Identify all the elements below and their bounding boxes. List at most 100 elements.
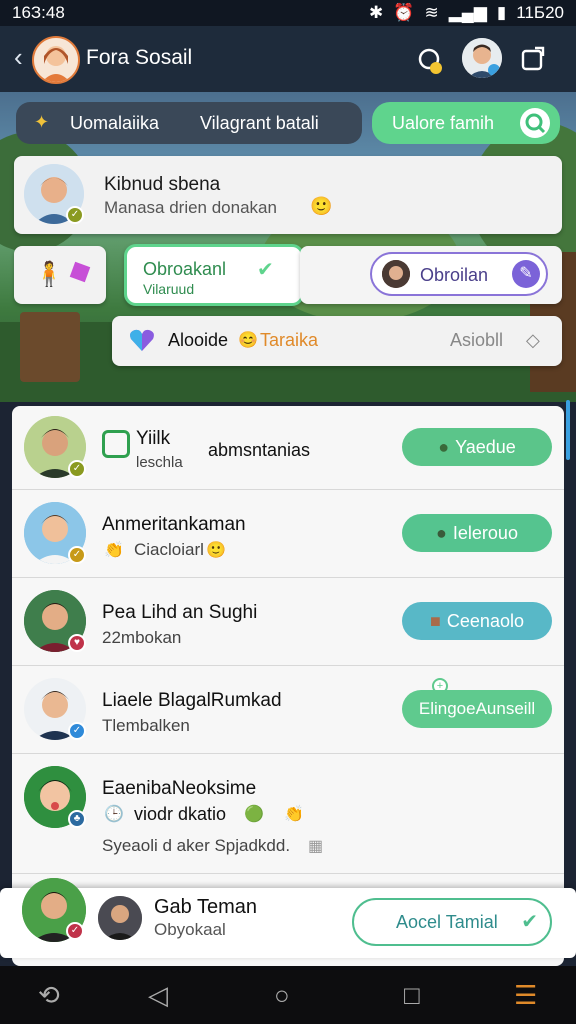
back-triangle-icon[interactable]: ◁ [148,982,168,1008]
clap-emoji-icon: 👏 [284,806,304,823]
filter-chip-group: ✦ Uomalaiika Vilagrant batali [16,102,362,144]
purple-action-card: Obroilan ✎ [300,246,562,304]
list-item-sub: Tlembalken [102,716,190,735]
list-item-desc: abmsntanias [208,440,311,460]
search-chip[interactable]: Ualore famih [372,102,560,144]
verified-badge: ✓ [66,206,84,224]
list-action-label: Ielerouo [452,522,518,543]
footer-action-label: Aocel Tamial [396,912,498,932]
gesture-icon[interactable]: ⟲ [38,982,60,1008]
list-action-label: Ceenaolo [446,610,524,631]
search-icon [520,108,550,138]
crystal-sticker-icon [69,261,91,283]
filter-chip-1[interactable]: Uomalaiika [70,113,159,134]
edit-icon: ✎ [512,260,540,288]
settings-icon[interactable] [520,46,546,72]
wooden-sign [20,312,80,382]
star-icon: ✦ [34,112,50,132]
bluetooth-icon: ✱ [369,3,384,22]
list-item-sub: 22mbokan [102,628,182,647]
purple-action-pill[interactable]: Obroilan ✎ [370,252,548,296]
status-time: 16З:48 [12,3,65,22]
tag-card[interactable]: Alooide 😊 Taraika Asiobll ◇ [112,316,562,366]
tag-card-right[interactable]: Asiobll [450,330,503,351]
gamepad-icon: ▦ [308,838,324,855]
clap-emoji-icon: 👏 [104,542,124,559]
diamond-icon: ◇ [526,330,540,350]
alarm-icon: ⏰ [393,3,415,22]
bear-icon: ● [438,436,450,457]
list-action-button[interactable]: ElingoeAunseill [402,690,552,728]
scrollbar[interactable] [566,400,570,460]
list-item-name: EaenibaNeoksime [102,778,257,799]
list-item[interactable]: ✓ Anmeritankaman 👏 Ciacloiarl 🙂 ● Ielero… [12,490,564,578]
page-title: Fora Sosail [86,46,193,69]
status-bar: 16З:48 ✱ ⏰ ≋ ▂▄▆ ▮ 11Б20 [0,0,576,26]
green-action-sub: Vilaruud [143,281,195,297]
list-item[interactable]: ✓ Yiilk leschla abmsntanias ● Yaedue [12,406,564,490]
list-action-label: ElingoeAunseill [418,699,536,718]
list-item-sub: leschla [136,454,183,471]
tag-card-label: Alooide [168,330,229,350]
footer-name: Gab Teman [154,896,258,918]
list-action-button[interactable]: ● Ielerouo [402,514,552,552]
green-action-label: Obroakanl [143,259,227,279]
list-item[interactable]: ✓ Liaele BlagalRumkad Tlembalken + Eling… [12,666,564,754]
notification-bell-icon[interactable] [416,46,446,76]
person-icon: ● [436,522,447,543]
bottom-contact-bar: ✓ Gab Teman Obyokaal Aocel Tamial ✔ [0,878,576,958]
list-item-sub: Ciacloiarl [134,540,204,559]
pill-avatar [382,260,410,288]
list-item-name: Anmeritankaman [102,514,246,535]
list-item-desc: Syeaoli d aker Spjadkdd. [102,836,291,855]
list-item[interactable]: ♣ EaenibaNeoksime 🕒 viodr dkatio 🟢 👏 Sye… [12,754,564,874]
app-header: ‹ Fora Sosail [0,26,576,92]
contact-name: Kibnud sbena [104,174,221,195]
list-item-name: Liaele BlagalRumkad [102,690,282,711]
list-item-sub: viodr dkatio [134,804,227,824]
list-action-button[interactable]: ● Yaedue [402,428,552,466]
signal-icon: ▂▄▆ [448,3,487,22]
status-clock-right: 11Б20 [516,3,564,22]
list-item-name: Pea Lihd an Sughi [102,602,258,623]
top-contact-card[interactable]: ✓ Kibnud sbena Manasa drien donakan 🙂 [14,156,562,234]
list-badge: ✓ [68,722,86,740]
menu-icon[interactable]: ☰ [514,982,537,1008]
smile-emoji-icon: 🙂 [206,542,226,559]
battery-icon: ▮ [496,3,507,22]
wifi-icon: ≋ [424,3,439,22]
recents-square-icon[interactable]: □ [404,982,420,1008]
contact-message: Manasa drien donakan [104,198,277,217]
list-badge: ♣ [68,810,86,828]
green-action-card[interactable]: Obroakanl ✔ Vilaruud [124,244,304,306]
search-chip-label: Ualore famih [392,113,495,133]
check-icon: ✔ [257,259,274,281]
tag-card-tag: Taraika [260,330,319,350]
clock-emoji-icon: 🕒 [104,806,124,823]
green-emoji-icon: 🟢 [244,806,264,823]
friend-list: ✓ Yiilk leschla abmsntanias ● Yaedue ✓ A… [12,406,564,966]
list-badge: ✓ [68,460,86,478]
home-circle-icon[interactable]: ○ [274,982,290,1008]
list-item[interactable]: ♥ Pea Lihd an Sughi 22mbokan ■ Ceenaolo [12,578,564,666]
smile-emoji-icon: 🙂 [310,196,333,216]
filter-chip-2[interactable]: Vilagrant batali [200,113,319,134]
list-action-label: Yaedue [455,436,516,457]
character-sticker-icon: 🧍 [34,261,64,288]
heart-icon [128,326,156,354]
list-action-button[interactable]: ■ Ceenaolo [402,602,552,640]
user-face-icon [34,38,78,82]
sticker-card[interactable]: 🧍 [14,246,106,304]
header-avatar[interactable] [32,36,80,84]
list-badge: ✓ [68,546,86,564]
list-badge: ♥ [68,634,86,652]
system-nav-bar: ⟲ ◁ ○ □ ☰ [0,966,576,1024]
footer-sub: Obyokaal [154,920,226,939]
footer-action-button[interactable]: Aocel Tamial ✔ [352,898,552,946]
footer-second-avatar[interactable] [98,896,142,940]
tag-emoji-icon: 😊 [238,332,258,349]
purple-action-label: Obroilan [420,265,489,285]
person-icon: ■ [430,610,441,631]
back-arrow-icon[interactable]: ‹ [14,44,23,70]
header-profile-avatar[interactable] [462,38,502,78]
